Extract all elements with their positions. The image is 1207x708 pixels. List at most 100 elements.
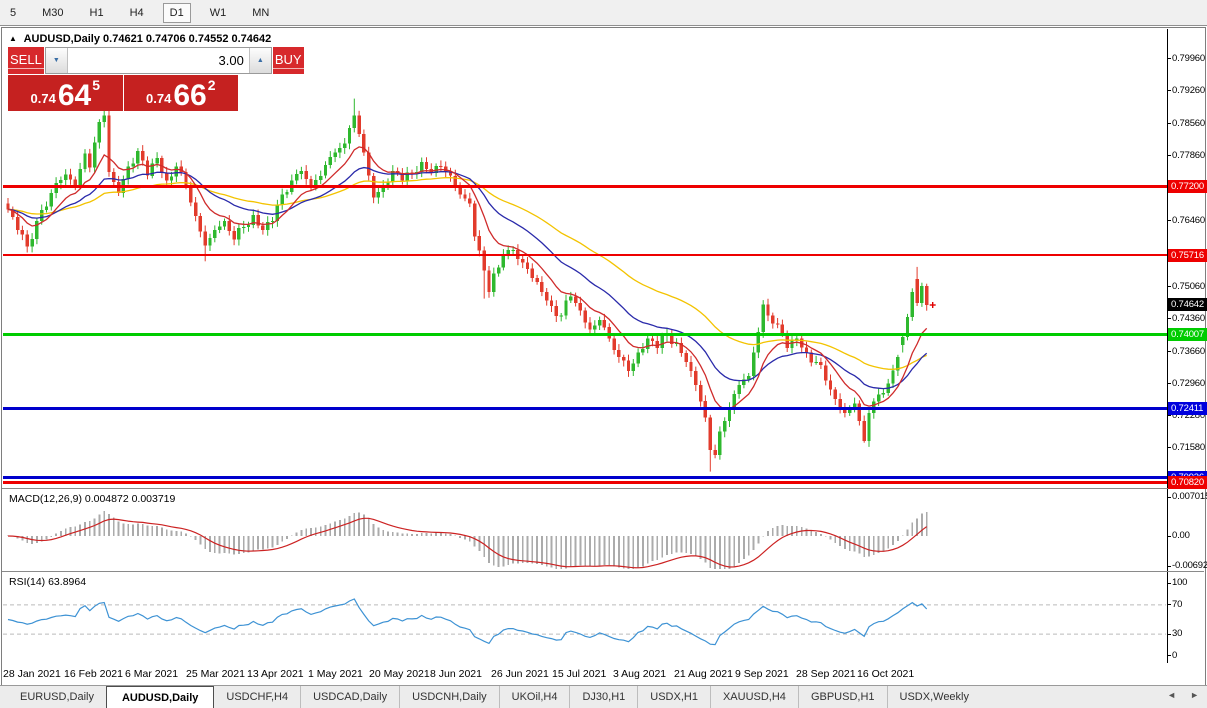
macd-axis-label: 0.007015 (1172, 491, 1207, 502)
time-axis-label: 13 Apr 2021 (247, 668, 304, 680)
macd-axis-label: 0.00 (1172, 530, 1190, 541)
horizontal-line[interactable] (3, 185, 1167, 188)
rsi-axis-label: 30 (1172, 628, 1182, 639)
price-axis-tick (1167, 58, 1171, 59)
buy-price-display[interactable]: 0.74662 (124, 75, 239, 111)
rsi-indicator-canvas[interactable] (3, 573, 1166, 662)
chart-title: ▲ AUDUSD,Daily 0.74621 0.74706 0.74552 0… (9, 33, 271, 45)
tab-scroll-right-button[interactable]: ► (1190, 690, 1199, 700)
horizontal-line[interactable] (3, 407, 1167, 410)
timeframe-button-d1[interactable]: D1 (163, 3, 191, 23)
time-axis-label: 28 Jan 2021 (3, 668, 61, 680)
collapse-triangle-icon[interactable]: ▲ (9, 34, 17, 43)
timeframe-button-h1[interactable]: H1 (83, 4, 111, 22)
macd-axis-label: -0.006925 (1172, 560, 1207, 571)
price-axis-tick (1167, 447, 1171, 448)
price-line-label: 0.77200 (1168, 180, 1207, 193)
chart-symbol-label: AUDUSD,Daily (24, 33, 100, 45)
chevron-down-icon: ▼ (53, 57, 60, 64)
price-axis-label: 0.79260 (1172, 85, 1205, 96)
price-axis-tick (1167, 383, 1171, 384)
chart-tab-usdcad-daily[interactable]: USDCAD,Daily (300, 686, 399, 708)
price-axis-label: 0.79960 (1172, 53, 1205, 64)
rsi-axis-tick (1167, 583, 1171, 584)
chart-tab-usdx-weekly[interactable]: USDX,Weekly (887, 686, 981, 708)
mt4-trading-platform: 5 M30 H1 H4 D1 W1 MN ▲ AUDUSD,Daily 0.74621 0.… (0, 0, 1207, 708)
chevron-up-icon: ▲ (257, 57, 264, 64)
sell-price-pip-digit: 5 (92, 77, 100, 93)
timeframe-button-w1[interactable]: W1 (203, 4, 234, 22)
price-axis-tick (1167, 318, 1171, 319)
price-axis-tick (1167, 90, 1171, 91)
time-axis-label: 9 Sep 2021 (735, 668, 789, 680)
price-axis-tick (1167, 155, 1171, 156)
tab-scroll-left-button[interactable]: ◄ (1167, 690, 1176, 700)
time-axis-label: 6 Mar 2021 (125, 668, 178, 680)
time-axis-label: 25 Mar 2021 (186, 668, 245, 680)
chart-tab-dj30-h1[interactable]: DJ30,H1 (569, 686, 637, 708)
time-axis-label: 21 Aug 2021 (674, 668, 733, 680)
pane-separator[interactable] (2, 488, 1204, 489)
chart-ohlc-values: 0.74621 0.74706 0.74552 0.74642 (103, 33, 271, 45)
time-axis-label: 15 Jul 2021 (552, 668, 606, 680)
timeframe-button-h4[interactable]: H4 (123, 4, 151, 22)
buy-price-pip-digit: 2 (208, 77, 216, 93)
volume-input[interactable] (68, 48, 249, 73)
price-axis-line (1167, 29, 1168, 663)
price-axis-tick (1167, 220, 1171, 221)
time-axis-label: 1 May 2021 (308, 668, 363, 680)
price-line-label: 0.70820 (1168, 476, 1207, 489)
sell-price-display[interactable]: 0.74645 (8, 75, 123, 111)
price-axis-label: 0.72960 (1172, 378, 1205, 389)
time-axis-label: 28 Sep 2021 (796, 668, 856, 680)
timeframe-toolbar: 5 M30 H1 H4 D1 W1 MN (0, 0, 1207, 26)
horizontal-line[interactable] (3, 476, 1167, 479)
price-axis-tick (1167, 123, 1171, 124)
rsi-axis-tick (1167, 634, 1171, 635)
pane-separator[interactable] (2, 571, 1204, 572)
one-click-trading-panel: SELL ▼ ▲ BUY 0.74645 0.74662 (8, 47, 238, 111)
chart-tab-xauusd-h4[interactable]: XAUUSD,H4 (710, 686, 798, 708)
horizontal-line[interactable] (3, 481, 1167, 484)
price-axis-tick (1167, 351, 1171, 352)
chart-tab-ukoil-h4[interactable]: UKOil,H4 (499, 686, 570, 708)
buy-button[interactable]: BUY (273, 47, 304, 74)
sell-button[interactable]: SELL (8, 47, 44, 74)
price-axis-label: 0.78560 (1172, 118, 1205, 129)
time-axis-label: 3 Aug 2021 (613, 668, 666, 680)
price-axis-label: 0.77860 (1172, 150, 1205, 161)
rsi-axis-tick (1167, 655, 1171, 656)
chart-tab-audusd-daily[interactable]: AUDUSD,Daily (106, 686, 214, 708)
rsi-axis-tick (1167, 604, 1171, 605)
chart-tab-bar: EURUSD,DailyAUDUSD,DailyUSDCHF,H4USDCAD,… (0, 685, 1207, 708)
price-axis-label: 0.74360 (1172, 313, 1205, 324)
price-line-label: 0.72411 (1168, 402, 1207, 415)
horizontal-line[interactable] (3, 254, 1167, 256)
rsi-axis-label: 0 (1172, 650, 1177, 661)
macd-indicator-canvas[interactable] (3, 491, 1166, 569)
sell-price-prefix: 0.74 (31, 92, 56, 105)
time-axis-label: 16 Oct 2021 (857, 668, 914, 680)
price-line-label: 0.74007 (1168, 328, 1207, 341)
volume-spinner: ▼ ▲ (45, 47, 272, 74)
price-axis-tick (1167, 286, 1171, 287)
rsi-axis-label: 70 (1172, 599, 1182, 610)
buy-price-prefix: 0.74 (146, 92, 171, 105)
chart-tab-usdcnh-daily[interactable]: USDCNH,Daily (399, 686, 499, 708)
tab-scroll-controls: ◄ ► (1167, 690, 1199, 700)
chart-tab-usdchf-h4[interactable]: USDCHF,H4 (214, 686, 300, 708)
price-line-label: 0.74642 (1168, 298, 1207, 311)
horizontal-line[interactable] (3, 333, 1167, 336)
time-axis-label: 16 Feb 2021 (64, 668, 123, 680)
timeframe-button-mn[interactable]: MN (245, 4, 276, 22)
timeframe-button-5[interactable]: 5 (3, 4, 23, 22)
chart-tab-usdx-h1[interactable]: USDX,H1 (637, 686, 710, 708)
rsi-axis-label: 100 (1172, 577, 1187, 588)
volume-decrease-button[interactable]: ▼ (46, 48, 68, 73)
rsi-indicator-label: RSI(14) 63.8964 (9, 576, 86, 588)
time-axis-label: 26 Jun 2021 (491, 668, 549, 680)
volume-increase-button[interactable]: ▲ (249, 48, 271, 73)
chart-tab-gbpusd-h1[interactable]: GBPUSD,H1 (798, 686, 887, 708)
timeframe-button-m30[interactable]: M30 (35, 4, 70, 22)
chart-tab-eurusd-daily[interactable]: EURUSD,Daily (8, 686, 106, 708)
